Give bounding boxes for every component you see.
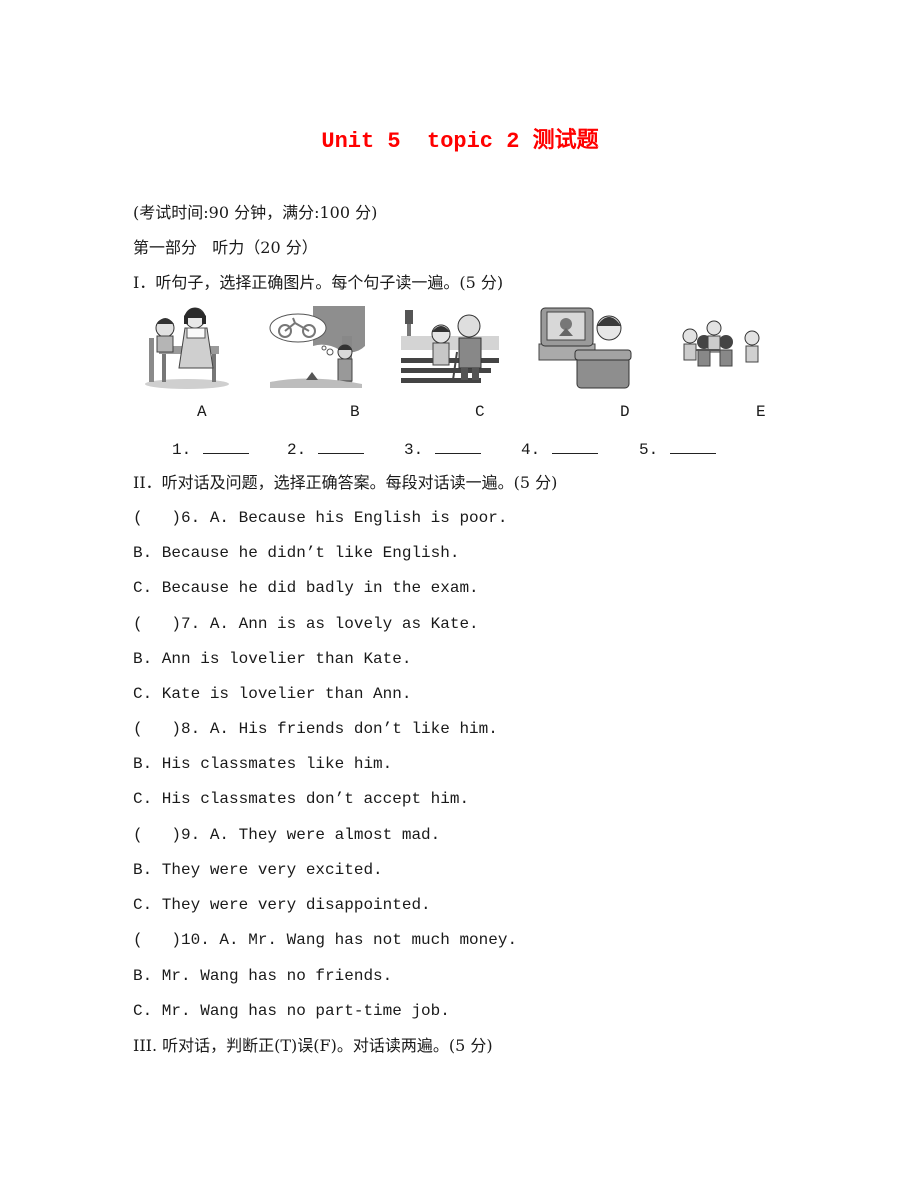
question-9-option-b: B. They were very excited. bbox=[133, 861, 383, 879]
boy-helping-old-man-cross-street-picture bbox=[401, 306, 499, 390]
question-7-option-c: C. Kate is lovelier than Ann. bbox=[133, 685, 412, 703]
question-10-option-b: B. Mr. Wang has no friends. bbox=[133, 967, 393, 985]
question-7-option-b: B. Ann is lovelier than Kate. bbox=[133, 650, 412, 668]
answer-blank-5[interactable]: 5. bbox=[639, 439, 717, 459]
answer-blank-2[interactable]: 2. bbox=[287, 439, 365, 459]
question-9-option-c: C. They were very disappointed. bbox=[133, 896, 431, 914]
section1-heading: I．听句子，选择正确图片。每个句子读一遍。(5 分) bbox=[133, 273, 504, 292]
question-8-stem: ( )8. A. His friends don’t like him. bbox=[133, 720, 498, 738]
blank-line[interactable] bbox=[670, 439, 717, 454]
picture-label-d: D bbox=[620, 403, 630, 421]
children-playing-circle-picture bbox=[668, 306, 772, 390]
picture-label-e: E bbox=[756, 403, 766, 421]
section3-heading: III. 听对话，判断正(T)误(F)。对话读两遍。(5 分) bbox=[133, 1036, 493, 1055]
boy-dreaming-of-bicycle-picture bbox=[268, 306, 365, 390]
blank-line[interactable] bbox=[552, 439, 599, 454]
section2-heading: II．听对话及问题，选择正确答案。每段对话读一遍。(5 分) bbox=[133, 473, 558, 492]
picture-label-c: C bbox=[475, 403, 485, 421]
answer-blank-3[interactable]: 3. bbox=[404, 439, 482, 459]
question-7-stem: ( )7. A. Ann is as lovely as Kate. bbox=[133, 615, 479, 633]
blank-line[interactable] bbox=[318, 439, 365, 454]
question-9-stem: ( )9. A. They were almost mad. bbox=[133, 826, 441, 844]
part1-heading: 第一部分 听力（20 分） bbox=[133, 238, 318, 257]
question-8-option-b: B. His classmates like him. bbox=[133, 755, 393, 773]
boy-watching-tv-picture bbox=[537, 306, 633, 390]
blank-number: 4. bbox=[521, 441, 541, 459]
picture-label-a: A bbox=[197, 403, 207, 421]
blank-line[interactable] bbox=[435, 439, 482, 454]
blank-number: 2. bbox=[287, 441, 307, 459]
blank-line[interactable] bbox=[203, 439, 250, 454]
blank-number: 1. bbox=[172, 441, 192, 459]
answer-blank-4[interactable]: 4. bbox=[521, 439, 599, 459]
blank-number: 3. bbox=[404, 441, 424, 459]
answer-blank-1[interactable]: 1. bbox=[172, 439, 250, 459]
document-title: Unit 5 topic 2 测试题 bbox=[321, 129, 599, 154]
question-8-option-c: C. His classmates don’t accept him. bbox=[133, 790, 470, 808]
question-6-stem: ( )6. A. Because his English is poor. bbox=[133, 509, 508, 527]
question-6-option-b: B. Because he didn’t like English. bbox=[133, 544, 460, 562]
exam-info: (考试时间:90 分钟，满分:100 分) bbox=[133, 203, 378, 222]
question-10-option-c: C. Mr. Wang has no part-time job. bbox=[133, 1002, 450, 1020]
blank-number: 5. bbox=[639, 441, 659, 459]
question-10-stem: ( )10. A. Mr. Wang has not much money. bbox=[133, 931, 518, 949]
picture-label-b: B bbox=[350, 403, 360, 421]
mother-helping-girl-at-desk-picture bbox=[137, 306, 232, 390]
question-6-option-c: C. Because he did badly in the exam. bbox=[133, 579, 479, 597]
